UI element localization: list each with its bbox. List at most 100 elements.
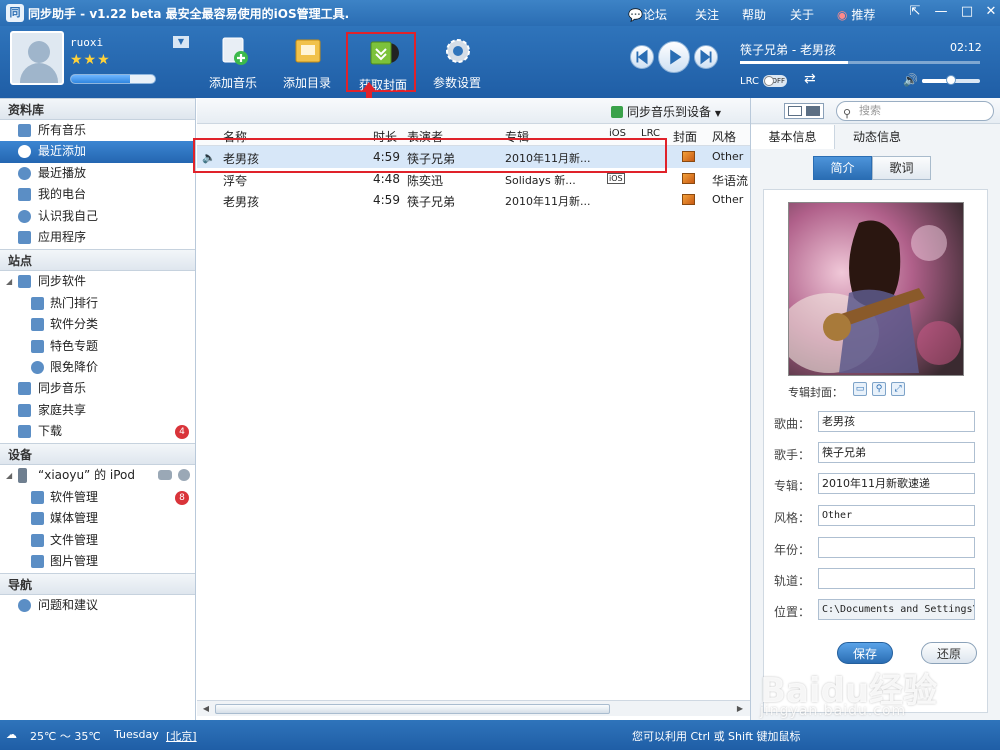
col-duration[interactable]: 时长 <box>373 128 397 145</box>
ipod-icon <box>18 468 27 484</box>
settings-button[interactable]: 参数设置 <box>422 32 492 92</box>
sidebar-item-sync-software[interactable]: ◢ 同步软件 <box>0 271 195 292</box>
cover-thumbnail-icon[interactable] <box>682 172 695 184</box>
restore-button[interactable]: 还原 <box>921 642 977 664</box>
sync-to-device-button[interactable]: 同步音乐到设备 ▼ <box>611 103 721 120</box>
scroll-right-icon[interactable]: ▶ <box>733 702 747 716</box>
collapse-icon[interactable]: ⇱ <box>904 2 926 22</box>
sidebar-item-sync-music[interactable]: 同步音乐 <box>0 378 195 399</box>
search-input[interactable]: ⚲ 搜索 <box>836 101 994 121</box>
folder-icon[interactable]: ▭ <box>853 382 867 396</box>
photo-icon <box>31 555 44 569</box>
status-bar: ☁ 25℃ ～ 35℃ Tuesday [北京] 您可以利用 Ctrl 或 Sh… <box>0 720 1000 750</box>
help-link[interactable]: 帮助 <box>742 6 766 23</box>
list-view-icon[interactable] <box>788 106 802 116</box>
track-field[interactable] <box>818 568 975 589</box>
volume-icon[interactable]: 🔊 <box>903 73 918 87</box>
location-field[interactable]: C:\Documents and Settings\ <box>818 599 975 620</box>
cover-thumbnail-icon[interactable] <box>682 194 695 205</box>
table-row[interactable]: 浮夸 4:48 陈奕迅 Solidays 新... iOS 华语流 <box>197 168 750 190</box>
sidebar-item-media-management[interactable]: 媒体管理 <box>0 508 195 529</box>
follow-link[interactable]: 关注 <box>695 6 719 23</box>
sites-section-title: 站点 <box>0 249 195 272</box>
sidebar-item-home-sharing[interactable]: 家庭共享 <box>0 400 195 421</box>
forum-link[interactable]: 💬论坛 <box>628 6 667 23</box>
year-field[interactable] <box>818 537 975 558</box>
genre-field[interactable]: Other <box>818 505 975 526</box>
col-lrc[interactable]: LRC <box>641 128 660 139</box>
horizontal-scrollbar[interactable]: ◀ ▶ <box>197 700 750 716</box>
col-cover[interactable]: 封面 <box>673 128 697 145</box>
eject-icon[interactable] <box>178 469 190 482</box>
cover-thumbnail-icon[interactable] <box>682 151 695 162</box>
sidebar-item-apps[interactable]: 应用程序 <box>0 227 195 248</box>
weather-icon: ☁ <box>6 728 17 741</box>
weather-city-link[interactable]: [北京] <box>166 728 197 744</box>
col-album[interactable]: 专辑 <box>505 128 529 145</box>
sidebar-item-app-management[interactable]: 软件管理 8 <box>0 487 195 508</box>
tab-lyrics[interactable]: 歌词 <box>872 156 931 180</box>
avatar[interactable] <box>10 31 64 85</box>
sidebar-item-all-music[interactable]: 所有音乐 <box>0 120 195 141</box>
col-artist[interactable]: 表演者 <box>407 128 443 145</box>
tab-intro[interactable]: 简介 <box>813 156 872 180</box>
clock-icon <box>18 145 31 159</box>
recommend-link[interactable]: ◉ 推荐 <box>837 6 875 23</box>
add-music-button[interactable]: 添加音乐 <box>198 32 268 92</box>
previous-track-icon[interactable] <box>630 45 654 69</box>
lrc-toggle[interactable]: OFF <box>763 75 787 87</box>
volume-slider[interactable] <box>922 75 980 85</box>
album-field[interactable]: 2010年11月新歌速递 <box>818 473 975 494</box>
search-icon[interactable]: ⚲ <box>872 382 886 396</box>
sidebar-item-free-deals[interactable]: 限免降价 <box>0 357 195 378</box>
expand-caret-icon[interactable]: ◢ <box>6 465 12 486</box>
minimize-icon[interactable]: — <box>930 2 952 22</box>
save-button[interactable]: 保存 <box>837 642 893 664</box>
clock-icon <box>18 166 31 180</box>
table-row[interactable]: 🔈 老男孩 4:59 筷子兄弟 2010年11月新... Other <box>197 146 750 168</box>
sidebar-item-recently-played[interactable]: 最近播放 <box>0 163 195 184</box>
sidebar-item-my-radio[interactable]: 我的电台 <box>0 184 195 205</box>
expand-icon[interactable]: ⤢ <box>891 382 905 396</box>
playback-progress[interactable] <box>740 61 980 64</box>
table-row[interactable]: 老男孩 4:59 筷子兄弟 2010年11月新... Other <box>197 189 750 211</box>
tab-basic-info[interactable]: 基本信息 <box>751 125 835 149</box>
close-icon[interactable]: ✕ <box>980 2 1000 22</box>
featured-icon <box>31 339 44 353</box>
scrollbar-thumb[interactable] <box>215 704 610 714</box>
view-mode-toggle[interactable] <box>784 103 824 119</box>
sidebar-item-know-myself[interactable]: 认识我自己 <box>0 206 195 227</box>
sidebar-item-photo-management[interactable]: 图片管理 <box>0 551 195 572</box>
cover-label: 专辑封面： <box>788 386 843 399</box>
volume-knob[interactable] <box>946 75 956 85</box>
about-link[interactable]: 关于 <box>790 6 814 23</box>
main-header: ruoxi ★★★ ▼ 添加音乐 添加目录 获取封面 参数设置 筷子兄弟 - 老… <box>0 26 1000 98</box>
col-ios[interactable]: iOS <box>609 128 626 139</box>
sidebar-item-top-charts[interactable]: 热门排行 <box>0 293 195 314</box>
user-menu-dropdown[interactable]: ▼ <box>173 36 189 48</box>
song-field[interactable]: 老男孩 <box>818 411 975 432</box>
repeat-icon[interactable]: ⇄ <box>804 71 816 87</box>
next-track-icon[interactable] <box>694 45 718 69</box>
now-playing-time: 02:12 <box>950 41 982 54</box>
col-genre[interactable]: 风格 <box>712 128 736 145</box>
sidebar-item-featured[interactable]: 特色专题 <box>0 336 195 357</box>
col-name[interactable]: 名称 <box>223 128 247 145</box>
play-icon[interactable] <box>658 41 690 73</box>
sidebar-item-feedback[interactable]: 问题和建议 <box>0 595 195 616</box>
expand-caret-icon[interactable]: ◢ <box>6 271 12 292</box>
sidebar-item-downloads[interactable]: 下载 4 <box>0 421 195 442</box>
sidebar-item-categories[interactable]: 软件分类 <box>0 314 195 335</box>
detail-view-icon[interactable] <box>806 106 820 116</box>
sidebar-item-file-management[interactable]: 文件管理 <box>0 530 195 551</box>
location-field-label: 位置： <box>774 605 811 619</box>
maximize-icon[interactable]: □ <box>956 2 978 22</box>
tab-dynamic-info[interactable]: 动态信息 <box>835 125 919 149</box>
scroll-left-icon[interactable]: ◀ <box>199 702 213 716</box>
get-cover-button[interactable]: 获取封面 <box>346 32 416 92</box>
sidebar-item-device[interactable]: ◢ “xiaoyu” 的 iPod <box>0 465 195 486</box>
sidebar-item-recently-added[interactable]: 最近添加 <box>0 141 195 163</box>
album-cover-image[interactable] <box>788 202 964 376</box>
add-folder-button[interactable]: 添加目录 <box>272 32 342 92</box>
artist-field[interactable]: 筷子兄弟 <box>818 442 975 463</box>
